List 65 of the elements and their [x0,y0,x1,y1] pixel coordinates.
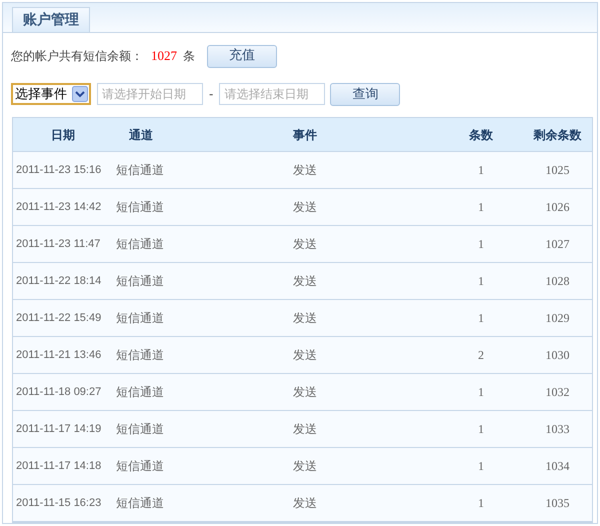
table-cell-text: 2011-11-17 14:19 [15,422,102,437]
table-cell-text: 发送 [292,310,318,327]
recharge-button[interactable]: 充值 [207,44,277,68]
table-cell-text: 1 [477,495,485,512]
table-cell-text: 2011-11-23 14:42 [15,200,102,215]
table-cell-text: 发送 [292,162,318,179]
table-cell-text: 发送 [292,236,318,253]
table-cell-text: 短信通道 [115,458,165,475]
table-cell-text: 发送 [292,458,318,475]
table-cell-text: 发送 [292,199,318,216]
table-cell-text: 2011-11-23 15:16 [15,162,102,178]
column-header: 事件 [292,126,318,144]
table-cell-text: 短信通道 [115,421,165,438]
balance-label: 您的帐户共有短信余额： [11,48,143,65]
table-cell-text: 2011-11-21 13:46 [15,348,102,363]
table-cell-text: 1033 [544,421,570,438]
table-cell-text: 2011-11-17 14:18 [15,458,102,474]
table-cell-text: 1 [477,273,485,290]
table-cell-text: 短信通道 [115,162,165,179]
table-cell-text: 2011-11-22 18:14 [15,274,102,289]
table-cell-text: 1028 [544,273,570,290]
table-cell-text: 1 [477,458,485,475]
table-cell-text: 短信通道 [115,199,165,216]
table-cell-text: 短信通道 [115,236,165,253]
table-cell-text: 1 [477,162,485,179]
table-cell-text: 1029 [544,310,570,327]
table-cell-text: 1 [477,421,485,438]
column-header: 通道 [128,126,154,144]
table-cell-text: 发送 [292,273,318,290]
table-cell-text: 发送 [292,347,318,364]
column-header: 剩余条数 [532,126,582,144]
table-cell-text: 短信通道 [115,384,165,401]
table-cell-text: 1 [477,310,485,327]
table-cell-text: 1035 [544,495,570,512]
table-cell-text: 发送 [292,421,318,438]
table-cell-text: 短信通道 [115,495,165,512]
table-cell-text: 1 [477,384,485,401]
date-separator: - [209,86,214,104]
table-cell-text: 1025 [544,162,570,179]
table-cell-text: 发送 [292,495,318,512]
table-cell-text: 2011-11-18 09:27 [15,384,102,400]
table-cell-text: 1 [477,199,485,216]
column-header: 条数 [468,126,494,144]
query-button[interactable]: 查询 [330,82,400,106]
event-select[interactable]: 选择事件 [11,83,91,106]
table-cell-text: 1026 [544,199,570,216]
table-cell-text: 2011-11-15 16:23 [15,496,102,511]
table-cell-text: 1030 [544,347,570,364]
table-cell-text: 2011-11-23 11:47 [15,236,102,252]
table-cell-text: 1027 [544,236,570,253]
table-cell-text: 1032 [544,384,570,401]
table-cell-text: 发送 [292,384,318,401]
end-date-field[interactable]: 请选择结束日期 [219,83,326,106]
table-cell-text: 短信通道 [115,273,165,290]
tab[interactable]: 账户管理 [12,7,90,32]
table-cell-text: 2011-11-22 15:49 [15,310,102,326]
balance-amount: 1027 [151,47,177,66]
table-cell-text: 短信通道 [115,347,165,364]
table-cell-text: 1 [477,236,485,253]
table-cell-text: 2 [477,347,485,364]
table-cell-text: 短信通道 [115,310,165,327]
table-cell-text: 1034 [544,458,570,475]
column-header: 日期 [50,126,76,144]
balance-unit: 条 [183,48,195,65]
start-date-field[interactable]: 请选择开始日期 [97,83,203,106]
